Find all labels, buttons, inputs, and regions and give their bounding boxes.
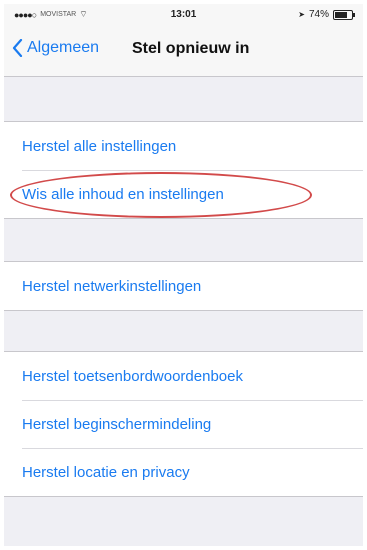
reset-group-2: Herstel netwerkinstellingen (4, 261, 363, 311)
erase-all-content-label: Wis alle inhoud en instellingen (22, 185, 224, 203)
reset-home-screen-layout-label: Herstel beginschermindeling (22, 415, 212, 433)
reset-network-settings-label: Herstel netwerkinstellingen (22, 277, 202, 295)
battery-percent: 74% (308, 9, 329, 20)
reset-all-settings-label: Herstel alle instellingen (22, 137, 177, 155)
battery-icon (333, 9, 355, 20)
erase-all-content-row[interactable]: Wis alle inhoud en instellingen (4, 170, 363, 218)
back-button-label: Algemeen (27, 39, 100, 56)
battery-fill (335, 11, 347, 18)
reset-group-1: Herstel alle instellingen Wis alle inhou… (4, 121, 363, 219)
status-bar: ●●●●○ MOVISTAR ⌔ 13:01 ➤ 74% (4, 4, 363, 26)
page-title: Stel opnieuw in (132, 40, 250, 57)
status-right: ➤ 74% (298, 9, 355, 20)
reset-location-privacy-row[interactable]: Herstel locatie en privacy (4, 448, 363, 496)
phone-screen: ●●●●○ MOVISTAR ⌔ 13:01 ➤ 74% Algemeen St… (4, 4, 363, 546)
reset-group-3: Herstel toetsenbordwoordenboek Herstel b… (4, 351, 363, 497)
reset-location-privacy-label: Herstel locatie en privacy (22, 463, 190, 481)
reset-network-settings-row[interactable]: Herstel netwerkinstellingen (4, 262, 363, 310)
reset-keyboard-dictionary-label: Herstel toetsenbordwoordenboek (22, 367, 243, 385)
reset-home-screen-layout-row[interactable]: Herstel beginschermindeling (4, 400, 363, 448)
location-arrow-icon: ➤ (298, 10, 305, 19)
navigation-bar: Algemeen Stel opnieuw in (4, 26, 363, 77)
chevron-left-icon (12, 39, 23, 57)
back-button[interactable]: Algemeen (12, 39, 99, 57)
reset-all-settings-row[interactable]: Herstel alle instellingen (4, 122, 363, 170)
reset-keyboard-dictionary-row[interactable]: Herstel toetsenbordwoordenboek (4, 352, 363, 400)
